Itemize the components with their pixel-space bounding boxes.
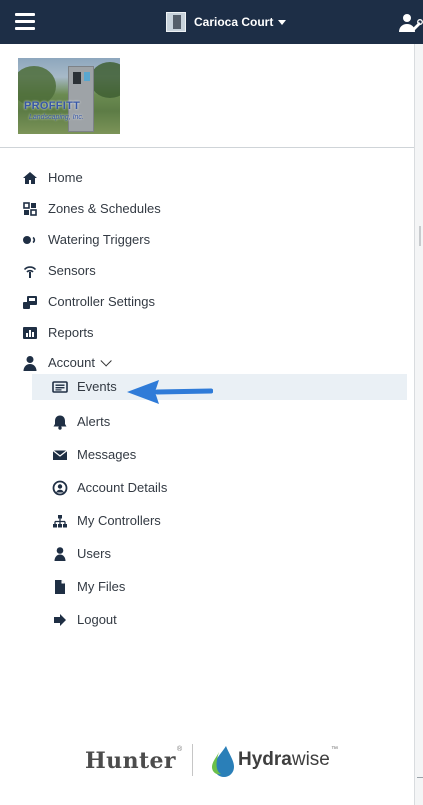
reports-chart-icon [23, 327, 37, 339]
controller-name: Carioca Court [194, 15, 274, 29]
submenu-item-my-files[interactable]: My Files [0, 574, 414, 600]
brand-footer: Hunter ® Hydrawise ™ [85, 738, 345, 780]
sensor-antenna-icon [23, 266, 37, 278]
nav-label-watering-triggers: Watering Triggers [48, 232, 151, 247]
submenu-item-messages[interactable]: Messages [0, 442, 414, 468]
company-logo-name: PROFFITT [24, 100, 81, 112]
submenu-label-users: Users [77, 546, 111, 561]
nav-item-home[interactable]: Home [0, 165, 414, 191]
controller-settings-icon [23, 296, 37, 309]
submenu-item-events[interactable]: Events [32, 374, 407, 400]
submenu-label-logout: Logout [77, 612, 117, 627]
controller-thumbnail [166, 12, 186, 32]
zones-grid-icon [23, 202, 37, 216]
user-icon [54, 547, 66, 561]
nav-label-reports: Reports [48, 325, 94, 340]
nav-item-controller-settings[interactable]: Controller Settings [0, 289, 414, 315]
file-icon [55, 580, 65, 594]
company-logo: PROFFITT Landscaping, Inc. [18, 58, 120, 134]
envelope-icon [52, 450, 68, 460]
divider [0, 147, 414, 148]
sitemap-icon [53, 515, 67, 528]
callout-arrow [127, 380, 213, 404]
submenu-label-messages: Messages [77, 447, 137, 462]
user-circle-icon [52, 480, 68, 496]
submenu-item-account-details[interactable]: Account Details [0, 475, 414, 501]
nav-label-home: Home [48, 170, 83, 185]
submenu-label-my-files: My Files [77, 579, 126, 594]
bell-icon [53, 415, 67, 430]
nav-item-zones[interactable]: Zones & Schedules [0, 196, 414, 222]
submenu-item-logout[interactable]: Logout [0, 607, 414, 633]
nav-label-zones: Zones & Schedules [48, 201, 161, 216]
nav-item-account[interactable]: Account [0, 350, 414, 376]
content-edge [414, 44, 423, 805]
top-bar: Carioca Court [0, 0, 423, 44]
hunter-logo: Hunter [85, 748, 176, 774]
nav-item-sensors[interactable]: Sensors [0, 258, 414, 284]
watering-trigger-icon [23, 236, 36, 244]
submenu-label-account-details: Account Details [77, 480, 168, 495]
controller-selector[interactable]: Carioca Court [166, 11, 287, 33]
hydrawise-tm: ™ [331, 746, 338, 753]
submenu-label-my-controllers: My Controllers [77, 513, 161, 528]
nav-label-account: Account [48, 355, 112, 371]
sign-out-icon [54, 614, 66, 626]
nav-label-controller-settings: Controller Settings [48, 294, 155, 309]
hunter-registered-mark: ® [177, 746, 183, 753]
water-drop-icon [211, 746, 234, 777]
sidebar: PROFFITT Landscaping, Inc. Home Zones & … [0, 44, 414, 805]
nav-label-sensors: Sensors [48, 263, 96, 278]
submenu-item-alerts[interactable]: Alerts [0, 409, 414, 435]
brand-divider [192, 744, 193, 776]
hamburger-menu-icon[interactable] [15, 13, 35, 31]
caret-down-icon [278, 19, 287, 25]
events-list-icon [52, 381, 68, 393]
submenu-label-events: Events [77, 379, 117, 394]
user-tools-icon[interactable] [398, 12, 423, 34]
company-logo-subtitle: Landscaping, Inc. [29, 114, 84, 121]
chevron-down-icon [100, 355, 112, 367]
submenu-label-alerts: Alerts [77, 414, 111, 429]
nav-item-watering-triggers[interactable]: Watering Triggers [0, 227, 414, 253]
home-icon [23, 172, 37, 184]
nav-item-reports[interactable]: Reports [0, 320, 414, 346]
submenu-item-users[interactable]: Users [0, 541, 414, 567]
hydrawise-logo: Hydrawise [238, 749, 330, 770]
submenu-item-my-controllers[interactable]: My Controllers [0, 508, 414, 534]
account-user-icon [23, 356, 37, 371]
